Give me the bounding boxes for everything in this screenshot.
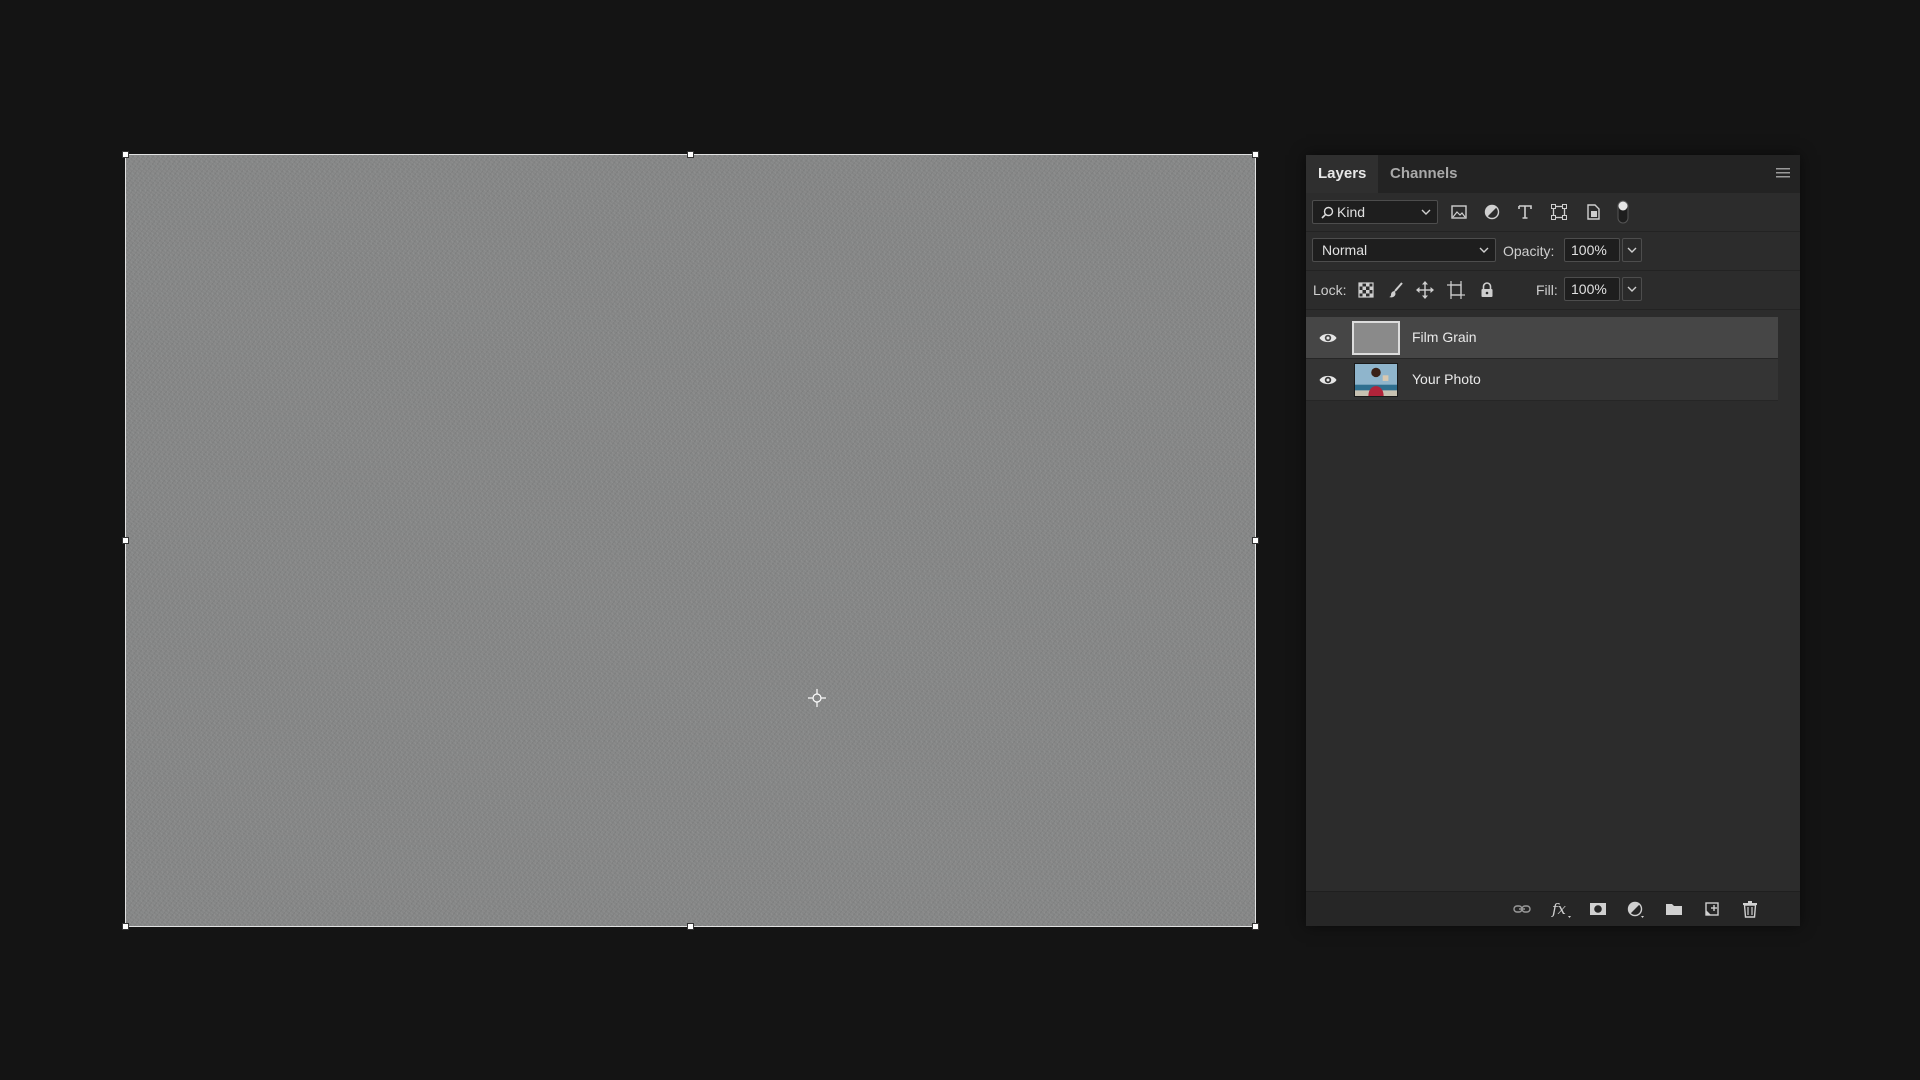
search-icon: [1321, 206, 1334, 219]
transform-handle-bottom-center[interactable]: [687, 923, 694, 930]
shape-layer-filter-icon[interactable]: [1549, 202, 1569, 222]
filter-toggle-switch[interactable]: [1617, 200, 1629, 224]
svg-text:fx: fx: [1551, 900, 1567, 918]
layer-row-film-grain[interactable]: Film Grain: [1306, 317, 1778, 359]
filter-kind-dropdown[interactable]: Kind: [1312, 200, 1438, 224]
filter-kind-label: Kind: [1337, 204, 1366, 220]
delete-layer-trash-icon[interactable]: [1740, 899, 1760, 919]
blend-row: Normal Opacity: 100%: [1306, 232, 1800, 270]
eye-visibility-icon[interactable]: [1318, 328, 1338, 348]
fill-label: Fill:: [1536, 282, 1558, 298]
pixel-layer-filter-icon[interactable]: [1449, 202, 1469, 222]
chevron-down-icon: [1627, 247, 1637, 253]
blend-mode-dropdown[interactable]: Normal: [1312, 238, 1496, 262]
tab-channels[interactable]: Channels: [1378, 155, 1470, 193]
new-group-folder-icon[interactable]: [1664, 899, 1684, 919]
layer-style-fx-icon[interactable]: fx: [1550, 899, 1574, 919]
transform-handle-middle-left[interactable]: [122, 537, 129, 544]
link-layers-icon[interactable]: [1512, 899, 1532, 919]
eye-visibility-icon[interactable]: [1318, 370, 1338, 390]
chevron-down-icon: [1479, 247, 1489, 253]
transform-handle-bottom-left[interactable]: [122, 923, 129, 930]
panel-tab-bar: Layers Channels: [1306, 155, 1800, 193]
transform-handle-top-center[interactable]: [687, 151, 694, 158]
transform-handle-middle-right[interactable]: [1252, 537, 1259, 544]
adjustment-layer-filter-icon[interactable]: [1482, 202, 1502, 222]
reference-point-icon[interactable]: [807, 688, 827, 708]
layer-thumbnail-film-grain: [1352, 321, 1400, 355]
lock-row: Lock: Fill: 100%: [1306, 271, 1800, 309]
layers-panel: Layers Channels Kind Normal Opacity: 100…: [1306, 155, 1800, 926]
transform-handle-bottom-right[interactable]: [1252, 923, 1259, 930]
blend-mode-value: Normal: [1322, 242, 1368, 258]
tab-layers[interactable]: Layers: [1306, 155, 1379, 193]
transform-handle-top-right[interactable]: [1252, 151, 1259, 158]
filter-row: Kind: [1306, 193, 1800, 231]
layer-name[interactable]: Film Grain: [1412, 329, 1477, 345]
panel-menu-icon[interactable]: [1776, 167, 1790, 179]
chevron-down-icon: [1627, 286, 1637, 292]
add-mask-icon[interactable]: [1588, 899, 1608, 919]
layer-row-your-photo[interactable]: Your Photo: [1306, 359, 1778, 401]
chevron-down-icon: [1421, 209, 1431, 215]
type-layer-filter-icon[interactable]: [1515, 202, 1535, 222]
free-transform-box[interactable]: [122, 151, 1259, 930]
lock-image-pixels-icon[interactable]: [1386, 280, 1406, 300]
lock-label: Lock:: [1313, 282, 1347, 298]
opacity-label: Opacity:: [1503, 243, 1555, 259]
divider: [1306, 309, 1800, 310]
lock-transparent-pixels-icon[interactable]: [1356, 280, 1376, 300]
layer-name[interactable]: Your Photo: [1412, 371, 1481, 387]
opacity-input[interactable]: 100%: [1564, 238, 1620, 262]
new-adjustment-layer-icon[interactable]: [1626, 899, 1646, 919]
fill-slider-button[interactable]: [1622, 277, 1642, 301]
lock-position-icon[interactable]: [1415, 280, 1435, 300]
opacity-slider-button[interactable]: [1622, 238, 1642, 262]
lock-all-icon[interactable]: [1477, 280, 1497, 300]
layer-thumbnail-your-photo: [1354, 363, 1398, 397]
new-layer-icon[interactable]: [1702, 899, 1722, 919]
lock-artboard-icon[interactable]: [1446, 280, 1466, 300]
smart-object-filter-icon[interactable]: [1583, 202, 1603, 222]
transform-handle-top-left[interactable]: [122, 151, 129, 158]
fill-input[interactable]: 100%: [1564, 277, 1620, 301]
layers-panel-footer: fx: [1306, 891, 1800, 926]
